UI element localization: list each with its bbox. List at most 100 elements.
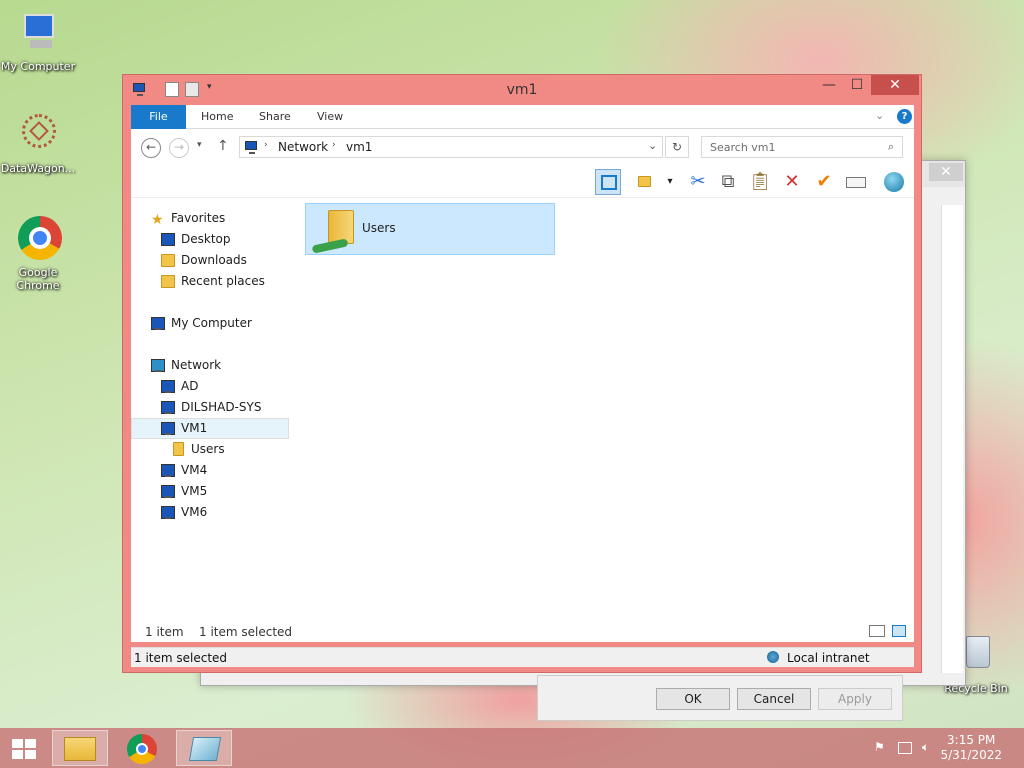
computer-icon (161, 401, 175, 414)
search-input[interactable]: Search vm1 ⌕ (701, 136, 903, 158)
tab-share[interactable]: Share (245, 105, 305, 129)
computer-icon (14, 10, 62, 58)
desktop-icon-label: Google Chrome (16, 266, 60, 292)
file-item-label: Users (362, 221, 396, 235)
refresh-button[interactable]: ↻ (665, 136, 689, 158)
desktop-icon-label: My Computer (0, 60, 76, 73)
search-icon[interactable]: ⌕ (888, 140, 894, 154)
nav-computer-dilshad-sys[interactable]: DILSHAD-SYS (131, 397, 289, 418)
star-icon: ★ (151, 212, 164, 228)
help-icon[interactable]: ? (897, 109, 912, 124)
security-zone: Local intranet (787, 651, 870, 665)
paste-icon[interactable]: 📋︎ (747, 169, 773, 195)
status-bar: 1 item selected Local intranet (131, 647, 914, 667)
file-item-users[interactable]: Users (305, 203, 555, 255)
clock-time: 3:15 PM (947, 733, 996, 747)
refresh-icon: ↻ (671, 140, 683, 154)
start-button[interactable] (0, 730, 48, 766)
window-title: vm1 (506, 82, 538, 98)
nav-computer-vm4[interactable]: VM4 (131, 460, 289, 481)
address-dropdown-icon[interactable]: ⌄ (648, 139, 657, 152)
cut-icon[interactable]: ✂ (685, 169, 711, 195)
desktop-icon-my-computer[interactable]: My Computer (0, 10, 76, 73)
expand-ribbon-icon[interactable]: ⌄ (875, 109, 884, 122)
cancel-button[interactable]: Cancel (737, 688, 811, 710)
address-row: ← → ▾ ↑ › Network › vm1 ⌄ ↻ Search vm1 ⌕ (131, 129, 914, 166)
app-window-icon (188, 737, 222, 761)
ok-button[interactable]: OK (656, 688, 730, 710)
tab-file[interactable]: File (131, 105, 186, 129)
forward-button[interactable]: → (169, 138, 189, 158)
computer-icon (161, 422, 175, 435)
taskbar: ⚑ 🔈︎ 3:15 PM 5/31/2022 (0, 728, 1024, 768)
address-bar[interactable]: › Network › vm1 ⌄ (239, 136, 663, 158)
details-view-icon[interactable] (869, 625, 885, 637)
layout-icon (601, 175, 617, 190)
globe-icon[interactable] (881, 169, 907, 195)
file-list: Users (296, 198, 914, 640)
volume-muted-icon[interactable]: 🔈︎ (922, 740, 938, 756)
taskbar-file-explorer[interactable] (52, 730, 108, 766)
computer-icon (161, 506, 175, 519)
navigation-pane: ★ Favorites Desktop Downloads Recent plac… (131, 198, 291, 640)
datawagon-icon (14, 112, 62, 160)
delete-icon[interactable]: ✕ (779, 169, 805, 195)
clock-date: 5/31/2022 (940, 748, 1002, 762)
nav-computer-vm5[interactable]: VM5 (131, 481, 289, 502)
windows-logo-icon (12, 739, 36, 759)
tab-view[interactable]: View (303, 105, 357, 129)
tab-home[interactable]: Home (187, 105, 247, 129)
breadcrumb-vm1[interactable]: vm1 (346, 140, 372, 154)
explorer-window: ▾ vm1 — ☐ ✕ File Home Share View ⌄ ? ← →… (122, 74, 922, 673)
intranet-globe-icon (767, 651, 779, 663)
desktop-icon-google-chrome[interactable]: Google Chrome (0, 216, 76, 292)
nav-computer-ad[interactable]: AD (131, 376, 289, 397)
computer-icon (161, 485, 175, 498)
nav-recent-places[interactable]: Recent places (131, 271, 289, 292)
nav-network[interactable]: Network (131, 355, 289, 376)
view-dropdown-icon[interactable]: ▾ (657, 169, 683, 195)
nav-favorites[interactable]: ★ Favorites (131, 208, 289, 229)
breadcrumb-network[interactable]: Network (278, 140, 328, 154)
breadcrumb-chevron-icon[interactable]: › (332, 140, 336, 150)
dialog-button-row: OK Cancel Apply (537, 675, 903, 721)
preview-pane-button[interactable] (595, 169, 621, 195)
window-body: ★ Favorites Desktop Downloads Recent plac… (131, 198, 914, 640)
checkmark-icon[interactable]: ✔ (811, 169, 837, 195)
close-button[interactable]: ✕ (871, 75, 919, 95)
apply-button[interactable]: Apply (818, 688, 892, 710)
dialog-scrollbar[interactable] (941, 205, 963, 673)
chrome-icon (14, 216, 62, 264)
copy-icon[interactable]: ⧉ (715, 169, 741, 195)
network-icon (245, 141, 257, 154)
up-arrow-icon[interactable]: ↑ (217, 138, 229, 154)
downloads-folder-icon (161, 254, 175, 267)
toolbar: ▾ ✂ ⧉ 📋︎ ✕ ✔ (131, 166, 914, 198)
rename-icon[interactable] (843, 169, 869, 195)
large-icons-view-icon[interactable] (892, 625, 906, 637)
dialog-close-button[interactable]: ✕ (929, 163, 963, 181)
network-tray-icon[interactable] (898, 742, 912, 754)
nav-desktop[interactable]: Desktop (131, 229, 289, 250)
file-explorer-icon (64, 737, 96, 761)
taskbar-chrome[interactable] (114, 730, 170, 766)
recent-locations-icon[interactable]: ▾ (197, 140, 202, 150)
desktop-icon (161, 233, 175, 246)
window-titlebar[interactable]: ▾ vm1 — ☐ ✕ (123, 75, 921, 105)
breadcrumb-chevron-icon[interactable]: › (264, 140, 268, 150)
nav-computer-vm6[interactable]: VM6 (131, 502, 289, 523)
desktop-icon-datawagon[interactable]: DataWagon... (0, 112, 76, 175)
nav-my-computer[interactable]: My Computer (131, 313, 289, 334)
action-center-flag-icon[interactable]: ⚑ (874, 740, 890, 756)
network-icon (151, 359, 165, 372)
nav-downloads[interactable]: Downloads (131, 250, 289, 271)
recent-places-icon (161, 275, 175, 288)
taskbar-app[interactable] (176, 730, 232, 766)
selection-count: 1 item selected (199, 625, 293, 639)
folder-view-icon (638, 176, 651, 187)
change-view-button[interactable] (633, 169, 659, 195)
back-button[interactable]: ← (141, 138, 161, 158)
nav-computer-vm1[interactable]: VM1 (131, 418, 289, 439)
clock[interactable]: 3:15 PM 5/31/2022 (940, 733, 1002, 763)
nav-folder-users[interactable]: Users (131, 439, 289, 460)
